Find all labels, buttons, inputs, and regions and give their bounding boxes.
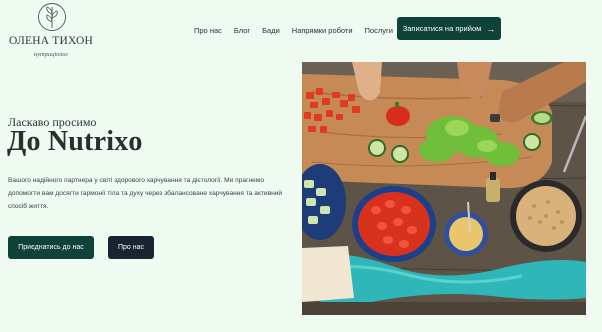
hero-title: До Nutrixo bbox=[7, 126, 143, 157]
brand-name: ОЛЕНА ТИХОН bbox=[9, 35, 93, 47]
book-appointment-label: Записатися на прийом bbox=[402, 24, 482, 33]
about-us-button[interactable]: Про нас bbox=[108, 236, 154, 259]
main-nav: Про нас Блог Бади Напрямки роботи Послуг… bbox=[194, 24, 393, 36]
nav-item-directions[interactable]: Напрямки роботи bbox=[292, 26, 353, 35]
leaf-emblem-icon bbox=[38, 3, 66, 31]
hero-description: Вашого надійного партнера у світі здоров… bbox=[8, 177, 283, 210]
nav-item-supplements[interactable]: Бади bbox=[262, 26, 280, 35]
book-appointment-button[interactable]: Записатися на прийом → bbox=[397, 17, 501, 40]
brand-logo[interactable]: ОЛЕНА ТИХОН нутриціолог bbox=[8, 2, 94, 58]
nav-item-blog[interactable]: Блог bbox=[234, 26, 250, 35]
food-preparation-illustration bbox=[302, 62, 586, 315]
nav-item-about[interactable]: Про нас bbox=[194, 26, 222, 35]
brand-subtitle: нутриціолог bbox=[33, 51, 69, 58]
nav-item-services[interactable]: Послуги bbox=[365, 26, 393, 35]
join-us-button[interactable]: Приєднатись до нас bbox=[8, 236, 94, 259]
arrow-right-icon: → bbox=[486, 23, 496, 34]
hero-food-photo bbox=[302, 62, 586, 315]
